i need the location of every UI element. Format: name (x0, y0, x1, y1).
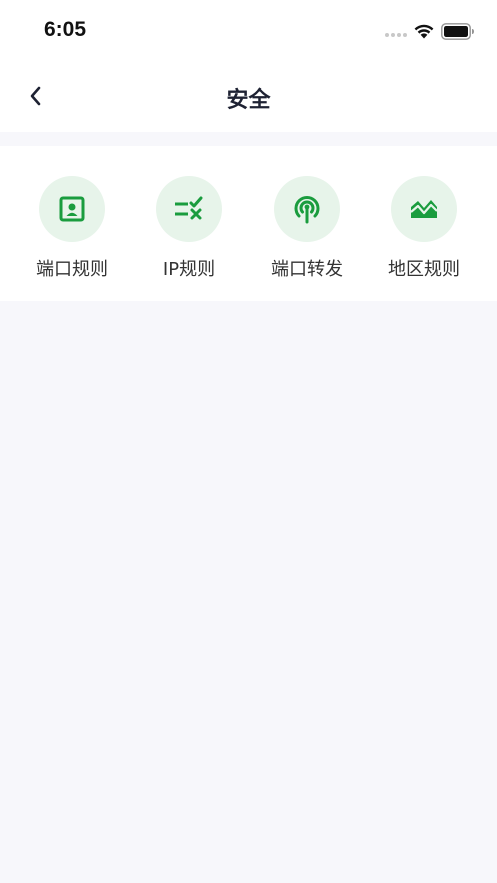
status-time: 6:05 (44, 18, 87, 41)
signal-dots-icon (385, 33, 407, 37)
battery-icon (441, 23, 474, 40)
feature-icon-circle (156, 176, 222, 242)
port-forwarding-item[interactable]: 端口转发 (252, 176, 362, 286)
feature-icon-circle (391, 176, 457, 242)
feature-panel: 端口规则 IP规则 端口转发 地区规则 (0, 146, 497, 301)
mountain-map-icon (410, 200, 438, 218)
feature-label: IP规则 (162, 259, 216, 280)
region-rules-item[interactable]: 地区规则 (369, 176, 479, 286)
status-bar: 6:05 (0, 0, 497, 60)
broadcast-antenna-icon (294, 196, 320, 224)
nav-bar: 安全 (0, 60, 497, 132)
feature-label: 端口规则 (36, 259, 108, 280)
page-title: 安全 (226, 88, 271, 113)
portrait-frame-icon (59, 196, 85, 222)
feature-icon-circle (39, 176, 105, 242)
port-rules-item[interactable]: 端口规则 (17, 176, 127, 286)
wifi-icon (414, 24, 434, 39)
security-screen: 6:05 安全 端口规则 IP规则 端口转发 地区规则 (0, 0, 497, 883)
feature-icon-circle (274, 176, 340, 242)
feature-label: 端口转发 (271, 259, 343, 280)
ip-rules-item[interactable]: IP规则 (134, 176, 244, 286)
rule-check-cross-icon (175, 196, 203, 220)
feature-label: 地区规则 (388, 259, 460, 280)
